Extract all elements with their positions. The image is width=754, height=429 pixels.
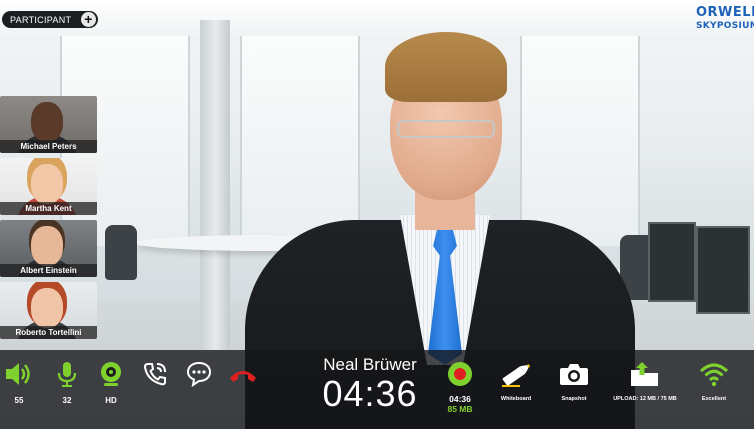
- participant-thumbnails: Michael Peters Martha Kent Albert Einste…: [0, 96, 97, 344]
- logo-line-1: ORWELL: [696, 5, 754, 20]
- snapshot-label: Snapshot: [561, 396, 587, 402]
- participant-thumbnail[interactable]: Martha Kent: [0, 158, 97, 215]
- upload-label: UPLOAD: 12 MB / 75 MB: [613, 396, 677, 402]
- participant-label: PARTICIPANT: [10, 14, 72, 25]
- orwell-skyposium-logo: ORWELL SKYPOSIUM: [696, 5, 754, 32]
- thumbnail-face: [31, 288, 63, 328]
- participant-thumbnail[interactable]: Michael Peters: [0, 96, 97, 153]
- microphone-icon[interactable]: [54, 362, 80, 392]
- participant-thumbnail[interactable]: Roberto Tortellini: [0, 282, 97, 339]
- logo-line-2: SKYPOSIUM: [696, 21, 754, 31]
- marker-icon[interactable]: [498, 364, 534, 392]
- connection-label: Excellent: [701, 396, 727, 402]
- participant-name: Martha Kent: [0, 202, 97, 215]
- participant-name: Roberto Tortellini: [0, 326, 97, 339]
- camera-quality: HD: [105, 396, 117, 405]
- record-icon[interactable]: [446, 362, 474, 392]
- volume-control[interactable]: 55: [4, 360, 34, 405]
- record-time: 04:36: [449, 394, 471, 404]
- volume-value: 55: [14, 396, 24, 405]
- wifi-icon: [698, 363, 730, 392]
- thumbnail-face: [31, 226, 63, 266]
- webcam-icon[interactable]: [97, 362, 125, 392]
- webcam-control[interactable]: HD: [97, 360, 125, 405]
- thumbnail-face: [31, 164, 63, 204]
- speaker-icon[interactable]: [4, 363, 34, 392]
- record-control[interactable]: 04:36 85 MB: [442, 360, 478, 414]
- folder-upload-icon[interactable]: [628, 362, 662, 392]
- presenter-hair: [385, 32, 507, 102]
- microphone-value: 32: [62, 396, 72, 405]
- connection-status: Excellent: [696, 360, 732, 402]
- record-size: 85 MB: [447, 404, 473, 414]
- whiteboard-button[interactable]: Whiteboard: [496, 360, 536, 402]
- participant-menu-button[interactable]: PARTICIPANT +: [2, 11, 98, 28]
- hang-up-icon[interactable]: [227, 371, 259, 392]
- office-pillar: [200, 20, 230, 350]
- whiteboard-label: Whiteboard: [500, 396, 532, 402]
- phone-ringing-icon[interactable]: [141, 363, 169, 392]
- chat-bubble-icon[interactable]: [185, 361, 213, 392]
- hang-up-button[interactable]: [227, 360, 259, 393]
- participant-thumbnail[interactable]: Albert Einstein: [0, 220, 97, 277]
- snapshot-button[interactable]: Snapshot: [555, 360, 593, 402]
- caller-name: Neal Brüwer: [323, 355, 417, 374]
- office-monitor: [648, 222, 696, 302]
- add-participant-icon[interactable]: +: [81, 12, 96, 27]
- caller-info: Neal Brüwer 04:36: [300, 355, 440, 413]
- microphone-control[interactable]: 32: [54, 360, 80, 405]
- call-button[interactable]: [141, 360, 169, 393]
- office-chair: [105, 225, 137, 280]
- participant-name: Michael Peters: [0, 140, 97, 153]
- office-monitor: [696, 226, 750, 314]
- upload-button[interactable]: UPLOAD: 12 MB / 75 MB: [612, 360, 678, 402]
- camera-icon[interactable]: [558, 364, 590, 392]
- thumbnail-face: [31, 102, 63, 142]
- chat-button[interactable]: [185, 360, 213, 393]
- presenter-glasses: [397, 120, 495, 138]
- call-duration: 04:36: [322, 373, 418, 414]
- participant-name: Albert Einstein: [0, 264, 97, 277]
